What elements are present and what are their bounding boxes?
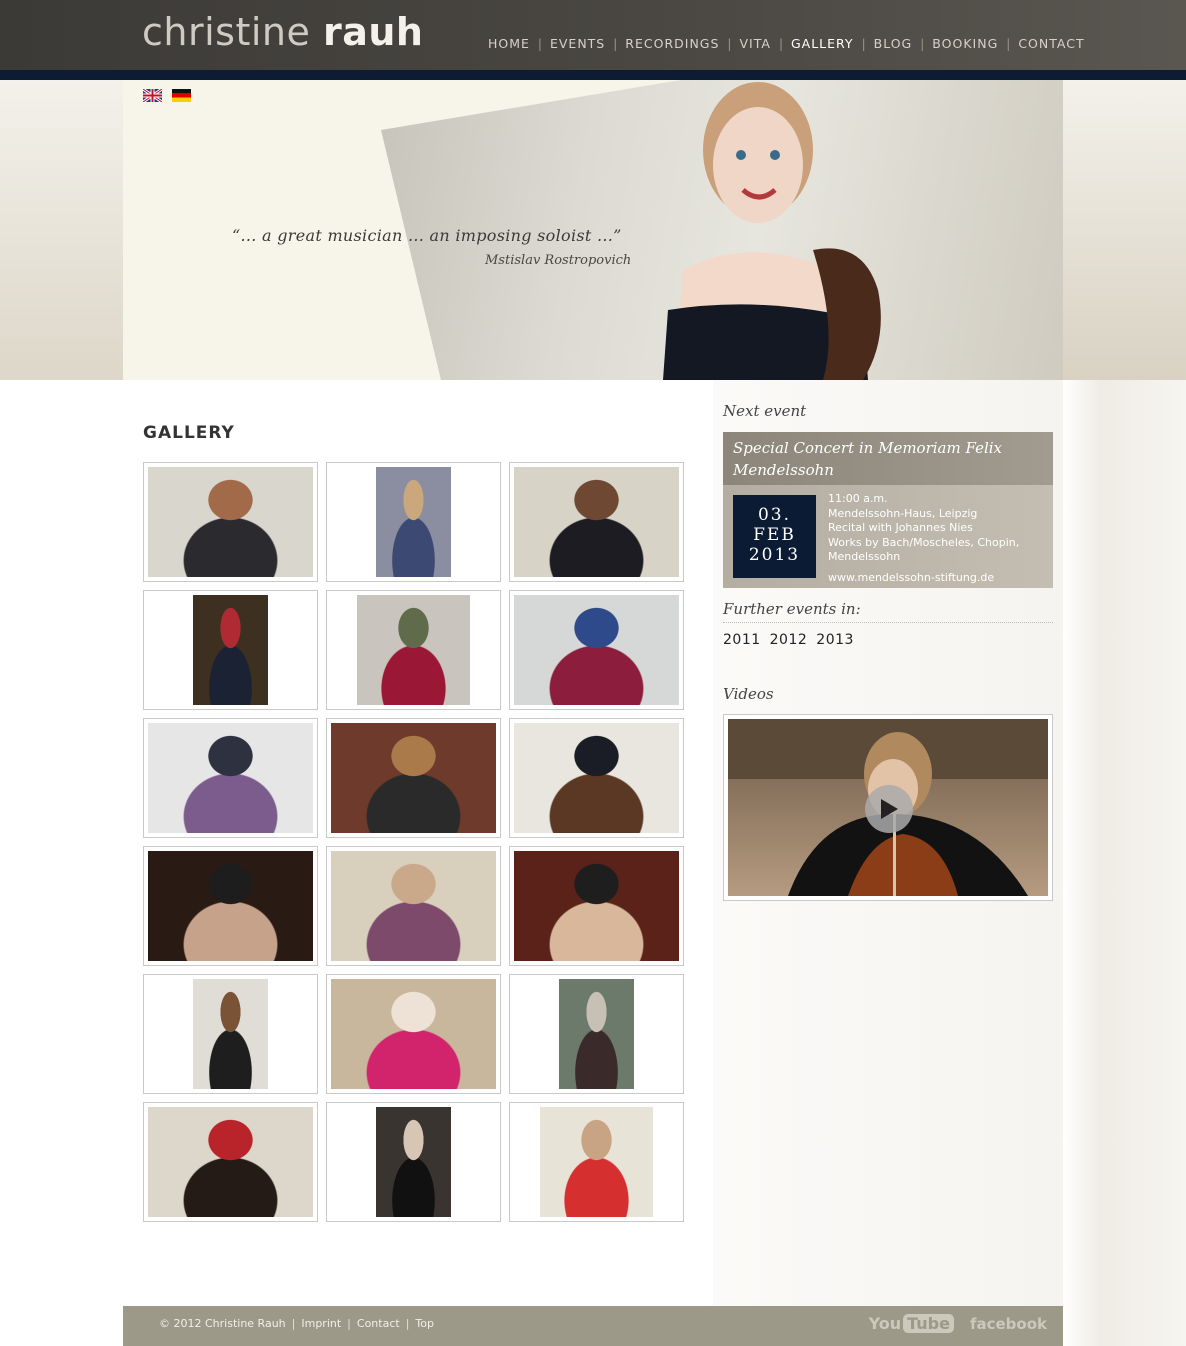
uk-flag-icon[interactable]: [143, 89, 162, 102]
nav-item-blog[interactable]: BLOG: [866, 36, 921, 51]
gallery-thumbnail[interactable]: [509, 846, 684, 966]
gallery-thumbnail[interactable]: [326, 846, 501, 966]
gallery-thumbnail[interactable]: [509, 718, 684, 838]
gallery-thumbnail[interactable]: [143, 590, 318, 710]
hero-side-left: [0, 80, 123, 380]
nav-item-home[interactable]: HOME: [480, 36, 538, 51]
gallery-thumbnail[interactable]: [326, 718, 501, 838]
gallery-photo: [148, 851, 313, 961]
next-event-card: Special Concert in Memoriam Felix Mendel…: [723, 432, 1053, 588]
gallery-thumbnail[interactable]: [143, 1102, 318, 1222]
event-website-link[interactable]: www.mendelssohn-stiftung.de: [828, 571, 1048, 586]
hero-quote-author: Mstislav Rostropovich: [485, 253, 632, 268]
youtube-icon[interactable]: You Tube: [869, 1314, 954, 1333]
page-title: GALLERY: [143, 423, 235, 443]
gallery-photo: [514, 851, 679, 961]
gallery-thumbnail[interactable]: [143, 846, 318, 966]
gallery-photo: [514, 595, 679, 705]
site-footer: © 2012 Christine Rauh | Imprint | Contact | T…: [123, 1306, 1063, 1346]
event-venue: Mendelssohn-Haus, Leipzig: [828, 506, 978, 520]
gallery-photo: [193, 979, 268, 1089]
nav-item-events[interactable]: EVENTS: [542, 36, 613, 51]
event-title[interactable]: Special Concert in Memoriam Felix Mendel…: [723, 432, 1053, 485]
gallery-photo: [357, 595, 470, 705]
gallery-thumbnail[interactable]: [509, 590, 684, 710]
gallery-thumbnail[interactable]: [326, 974, 501, 1094]
gallery-thumbnail[interactable]: [143, 974, 318, 1094]
gallery-photo: [331, 979, 496, 1089]
event-program-1: Recital with Johannes Nies: [828, 521, 973, 534]
gallery-thumbnail[interactable]: [509, 974, 684, 1094]
hero-side-right: [1063, 80, 1186, 380]
copyright-text: © 2012 Christine Rauh: [159, 1317, 286, 1330]
event-time: 11:00 a.m.: [828, 492, 888, 505]
event-date-year: 2013: [748, 545, 801, 565]
event-date-month: FEB: [753, 525, 796, 545]
play-icon[interactable]: [865, 785, 913, 833]
year-link-2011[interactable]: 2011: [723, 632, 761, 648]
social-links: You Tube facebook: [869, 1314, 1047, 1333]
footer-separator: |: [291, 1317, 296, 1330]
gallery-thumbnail[interactable]: [326, 462, 501, 582]
header-stripe: [0, 70, 1186, 80]
footer-link-imprint[interactable]: Imprint: [301, 1317, 341, 1330]
gallery-photo: [331, 723, 496, 833]
nav-item-contact[interactable]: CONTACT: [1010, 36, 1092, 51]
gallery-photo: [540, 1107, 653, 1217]
hero-quote: “... a great musician ... an imposing so…: [232, 226, 622, 245]
gallery-photo: [331, 851, 496, 961]
gallery-thumbnail[interactable]: [143, 462, 318, 582]
language-switcher: [143, 89, 191, 102]
gallery-grid: [143, 462, 685, 1222]
main-nav: HOME | EVENTS | RECORDINGS | VITA | GALLERY | BLOG…: [480, 36, 1093, 51]
gallery-photo: [376, 467, 451, 577]
footer-link-top[interactable]: Top: [415, 1317, 434, 1330]
logo-first-name: christine: [142, 10, 311, 54]
event-years: 2011 2012 2013: [723, 632, 854, 648]
nav-item-recordings[interactable]: RECORDINGS: [617, 36, 727, 51]
gallery-thumbnail[interactable]: [326, 590, 501, 710]
footer-separator: |: [347, 1317, 351, 1330]
gallery-photo: [559, 979, 634, 1089]
event-date-badge: 03. FEB 2013: [733, 495, 816, 578]
footer-separator: |: [405, 1317, 410, 1330]
next-event-heading: Next event: [723, 402, 807, 420]
further-events-heading: Further events in:: [723, 600, 861, 618]
gallery-photo: [514, 467, 679, 577]
gallery-thumbnail[interactable]: [326, 1102, 501, 1222]
german-flag-icon[interactable]: [172, 89, 191, 102]
footer-link-contact[interactable]: Contact: [357, 1317, 400, 1330]
gallery-photo: [514, 723, 679, 833]
gallery-thumbnail[interactable]: [509, 1102, 684, 1222]
gallery-photo: [193, 595, 268, 705]
youtube-tube-text: Tube: [903, 1314, 954, 1333]
video-thumbnail: [728, 719, 1048, 896]
nav-item-vita[interactable]: VITA: [731, 36, 778, 51]
event-program-2: Works by Bach/Moscheles, Chopin, Mendels…: [828, 535, 1020, 564]
footer-links: © 2012 Christine Rauh | Imprint | Contact | T…: [159, 1317, 434, 1330]
year-link-2012[interactable]: 2012: [770, 632, 808, 648]
gallery-photo: [376, 1107, 451, 1217]
videos-heading: Videos: [723, 685, 774, 703]
site-header: christine rauh HOME | EVENTS | RECORDINGS | VI…: [0, 0, 1186, 70]
gallery-thumbnail[interactable]: [143, 718, 318, 838]
gallery-photo: [148, 1107, 313, 1217]
hero-portrait-image: [663, 82, 881, 380]
gallery-thumbnail[interactable]: [509, 462, 684, 582]
nav-item-booking[interactable]: BOOKING: [924, 36, 1006, 51]
gallery-photo: [148, 723, 313, 833]
gallery-photo: [148, 467, 313, 577]
event-date-day: 03.: [757, 505, 792, 525]
nav-item-gallery[interactable]: GALLERY: [783, 36, 862, 51]
video-player[interactable]: [723, 714, 1053, 901]
logo-last-name: rauh: [322, 10, 424, 54]
facebook-icon[interactable]: facebook: [970, 1315, 1047, 1333]
event-details: 11:00 a.m. Mendelssohn-Haus, Leipzig Rec…: [828, 492, 1048, 585]
youtube-you-text: You: [868, 1314, 902, 1333]
site-logo[interactable]: christine rauh: [142, 10, 423, 54]
year-link-2013[interactable]: 2013: [816, 632, 854, 648]
further-events-divider: [723, 622, 1053, 623]
